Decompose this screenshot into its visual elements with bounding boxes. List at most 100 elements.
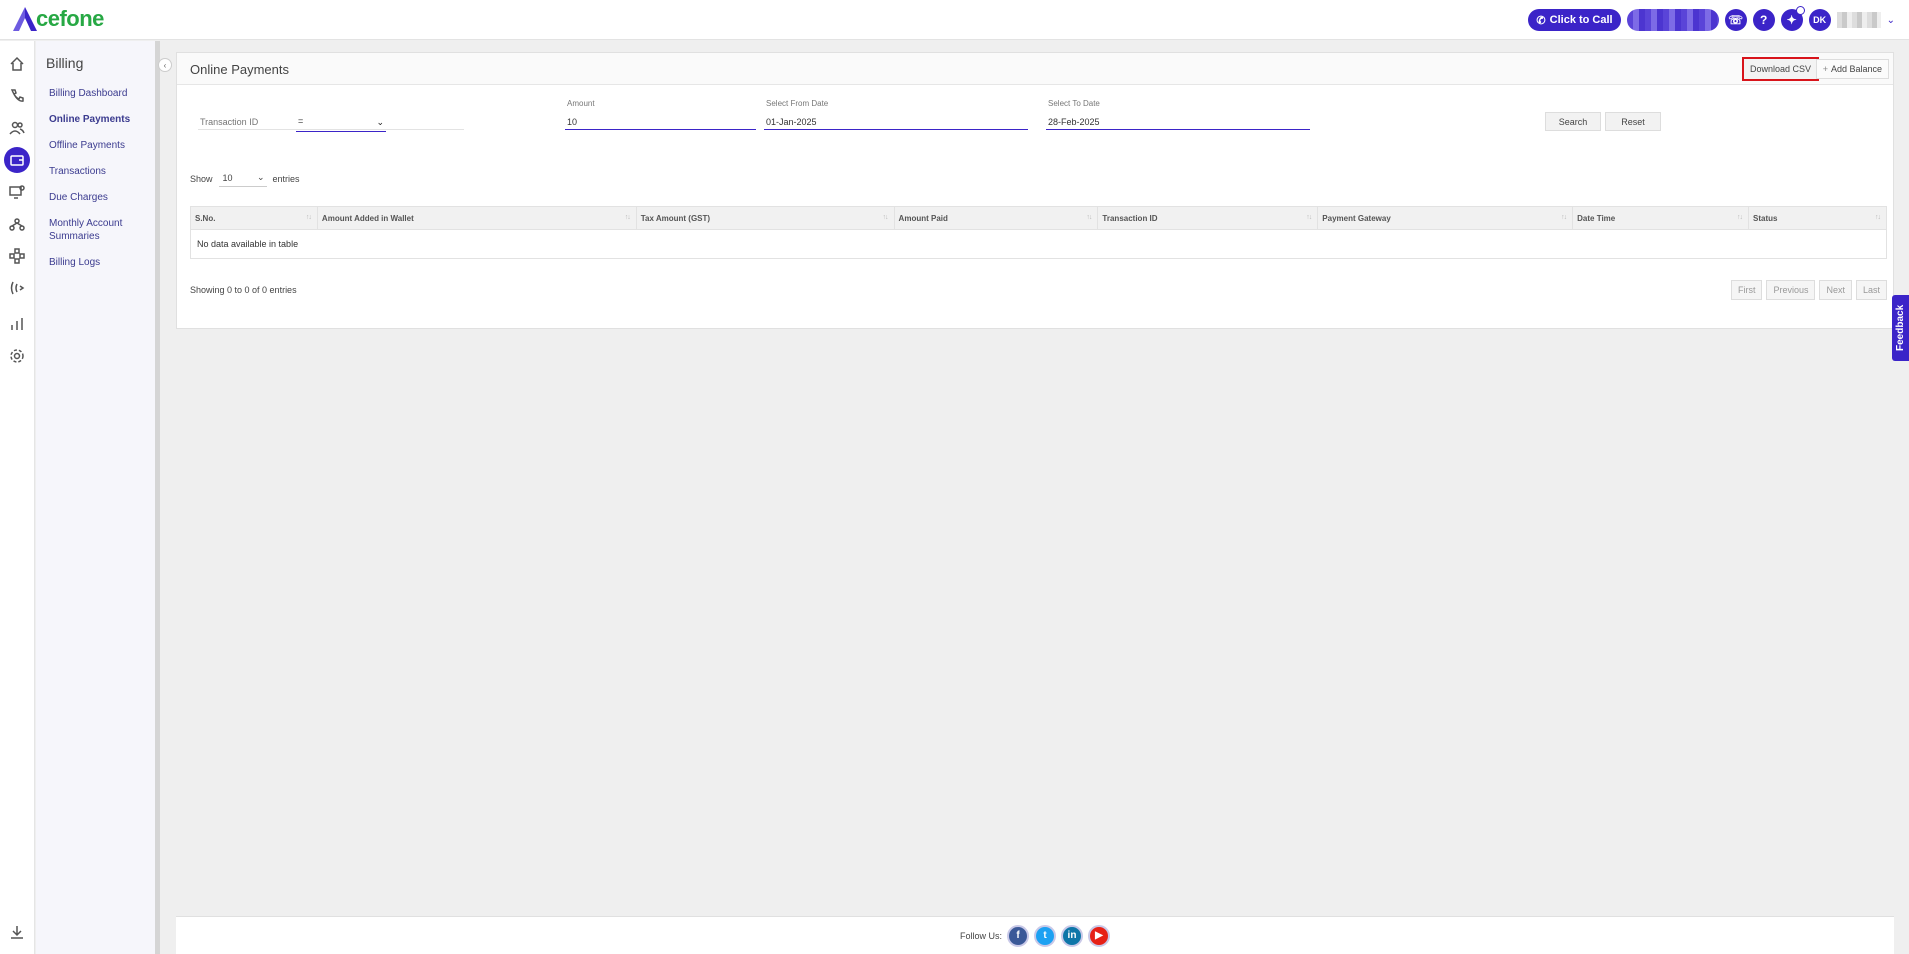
first-page-button[interactable]: First xyxy=(1730,280,1763,300)
from-date-input[interactable] xyxy=(764,114,1028,130)
download-csv-button[interactable]: Download CSV xyxy=(1741,57,1819,81)
youtube-icon[interactable]: ▶ xyxy=(1088,924,1110,947)
chevron-down-icon: ⌄ xyxy=(376,117,384,127)
column-header-amount-added[interactable]: Amount Added in Wallet ↑↓ xyxy=(316,206,637,230)
avatar[interactable]: DK xyxy=(1808,9,1831,31)
add-balance-label: Add Balance xyxy=(1830,64,1882,74)
headset-icon: ☏ xyxy=(1728,13,1744,27)
entries-select[interactable]: 10 ⌄ xyxy=(218,170,267,187)
amount-input[interactable] xyxy=(565,114,756,130)
logo-text: cefone xyxy=(36,6,104,31)
follow-us-label: Follow Us: xyxy=(959,930,1002,941)
from-date-label: Select From Date xyxy=(766,99,829,108)
column-header-sno[interactable]: S.No. ↑↓ xyxy=(190,206,318,230)
amount-label: Amount xyxy=(567,99,595,108)
click-to-call-label: Click to Call xyxy=(1549,14,1613,26)
column-label: Status xyxy=(1753,213,1778,223)
entries-value: 10 xyxy=(222,173,233,183)
facebook-icon[interactable]: f xyxy=(1007,924,1029,947)
logo-a-icon xyxy=(12,6,38,32)
pagination: First Previous Next Last xyxy=(1730,280,1887,300)
sidenav-item-offline-payments[interactable]: Offline Payments xyxy=(49,139,149,152)
monitor-user-icon[interactable] xyxy=(6,181,28,203)
users-icon[interactable] xyxy=(6,117,28,139)
network-status-button[interactable]: ✦ xyxy=(1780,6,1805,31)
column-label: Tax Amount (GST) xyxy=(640,213,711,223)
sort-icon: ↑↓ xyxy=(1875,214,1881,221)
phone-icon: ✆ xyxy=(1536,14,1546,27)
last-page-button[interactable]: Last xyxy=(1855,280,1887,300)
user-name[interactable] xyxy=(1836,12,1881,28)
sidenav-title: Billing xyxy=(46,55,84,71)
search-button[interactable]: Search xyxy=(1545,112,1601,131)
billing-sidenav: Billing Billing Dashboard Online Payment… xyxy=(36,41,160,954)
column-label: Payment Gateway xyxy=(1322,213,1391,223)
integrations-icon[interactable] xyxy=(6,245,28,267)
page-title: Online Payments xyxy=(190,62,289,77)
chevron-down-icon: ⌄ xyxy=(256,172,265,182)
network-icon: ✦ xyxy=(1786,13,1797,27)
sidenav-item-monthly-account-summaries[interactable]: Monthly Account Summaries xyxy=(49,217,129,243)
chevron-left-icon: ‹ xyxy=(163,60,167,70)
sort-icon: ↑↓ xyxy=(624,214,631,221)
download-icon[interactable] xyxy=(6,921,28,943)
sort-icon: ↑↓ xyxy=(305,214,312,221)
amount-operator-select[interactable]: = ⌄ xyxy=(296,114,386,132)
billing-wallet-icon[interactable] xyxy=(4,147,30,173)
sort-icon: ↑↓ xyxy=(1086,214,1092,221)
sidenav-item-due-charges[interactable]: Due Charges xyxy=(49,191,149,204)
show-label: Show xyxy=(190,173,213,184)
sidenav-item-billing-logs[interactable]: Billing Logs xyxy=(49,256,149,269)
column-header-status[interactable]: Status ↑↓ xyxy=(1748,206,1887,230)
phone-icon[interactable] xyxy=(6,85,28,107)
sidenav-item-billing-dashboard[interactable]: Billing Dashboard xyxy=(49,87,149,100)
chevron-down-icon[interactable]: ⌄ xyxy=(1887,15,1895,26)
hierarchy-icon[interactable] xyxy=(6,213,28,235)
help-button[interactable]: ? xyxy=(1752,9,1775,31)
previous-page-button[interactable]: Previous xyxy=(1766,280,1816,300)
plus-icon: + xyxy=(1822,64,1828,74)
column-header-payment-gateway[interactable]: Payment Gateway ↑↓ xyxy=(1317,206,1574,230)
next-page-button[interactable]: Next xyxy=(1819,280,1852,300)
payments-table: S.No. ↑↓ Amount Added in Wallet ↑↓ Tax Amo… xyxy=(190,206,1887,259)
feedback-tab[interactable]: Feedback xyxy=(1892,295,1909,361)
twitter-icon[interactable]: t xyxy=(1034,924,1056,947)
sort-icon: ↑↓ xyxy=(1737,214,1743,221)
entries-label: entries xyxy=(272,173,300,184)
caller-number-select[interactable] xyxy=(1626,9,1719,31)
question-icon: ? xyxy=(1759,13,1768,27)
column-label: Transaction ID xyxy=(1102,213,1158,223)
linkedin-icon[interactable]: in xyxy=(1061,924,1083,947)
click-to-call-button[interactable]: ✆ Click to Call xyxy=(1528,9,1621,31)
sidenav-item-online-payments[interactable]: Online Payments xyxy=(49,113,149,126)
call-flow-icon[interactable] xyxy=(6,277,28,299)
reset-button[interactable]: Reset xyxy=(1605,112,1661,131)
card-header: Online Payments Download CSV + Add Balan… xyxy=(177,53,1893,85)
column-label: Date Time xyxy=(1577,213,1616,223)
icon-rail xyxy=(0,41,35,954)
column-label: Amount Paid xyxy=(898,213,948,223)
settings-gear-icon[interactable] xyxy=(6,345,28,367)
home-icon[interactable] xyxy=(6,53,28,75)
acefone-logo[interactable]: cefone xyxy=(12,6,104,32)
column-header-amount-paid[interactable]: Amount Paid ↑↓ xyxy=(893,206,1099,230)
sidenav-item-transactions[interactable]: Transactions xyxy=(49,165,149,178)
sort-icon: ↑↓ xyxy=(1306,214,1312,221)
reports-chart-icon[interactable] xyxy=(6,313,28,335)
table-header-row: S.No. ↑↓ Amount Added in Wallet ↑↓ Tax Amo… xyxy=(190,206,1887,230)
top-header: cefone ✆ Click to Call ☏ ? ✦ DK ⌄ xyxy=(0,0,1909,40)
table-info: Showing 0 to 0 of 0 entries xyxy=(190,285,297,295)
column-header-date-time[interactable]: Date Time ↑↓ xyxy=(1572,206,1750,230)
to-date-label: Select To Date xyxy=(1048,99,1100,108)
footer: Follow Us: f t in ▶ xyxy=(176,916,1894,954)
column-header-transaction-id[interactable]: Transaction ID ↑↓ xyxy=(1097,206,1319,230)
add-balance-button[interactable]: + Add Balance xyxy=(1815,59,1889,79)
sidenav-collapse-button[interactable]: ‹ xyxy=(158,58,172,72)
softphone-button[interactable]: ☏ xyxy=(1724,9,1747,31)
column-header-tax-amount[interactable]: Tax Amount (GST) ↑↓ xyxy=(635,206,895,230)
to-date-input[interactable] xyxy=(1046,114,1310,130)
sort-icon: ↑↓ xyxy=(882,214,889,221)
online-payments-card: Online Payments Download CSV + Add Balan… xyxy=(176,52,1894,329)
column-label: Amount Added in Wallet xyxy=(321,213,414,223)
sort-icon: ↑↓ xyxy=(1561,214,1567,221)
